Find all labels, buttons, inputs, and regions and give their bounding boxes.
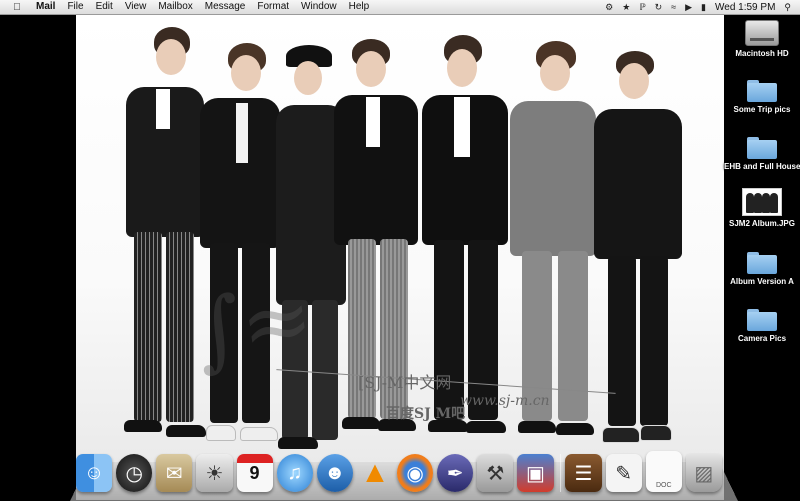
books-icon[interactable]: ☰ [565, 454, 602, 492]
desktop-icon-label: EHB and Full House [724, 162, 800, 171]
desktop-icon-macintosh-hd[interactable]: Macintosh HD [724, 20, 800, 58]
mail-icon[interactable]: ✉ [156, 454, 193, 492]
watermark-site: [SJ-M中文网 [358, 373, 452, 392]
menu-app-mail[interactable]: Mail [30, 0, 61, 14]
time-machine-icon[interactable]: ↻ [655, 0, 663, 14]
menu-mailbox[interactable]: Mailbox [152, 0, 198, 14]
menu-view[interactable]: View [119, 0, 153, 14]
person-figure [588, 51, 688, 461]
finder-icon[interactable]: ☺ [76, 454, 113, 492]
textedit-icon[interactable]: ✎ [605, 454, 642, 492]
dock: ☺ ◷ ✉ ☀ 9 ♫ ☻ ▲ ◉ ✒ ⚒ ▣ ☰ ✎ DOC ▨ [76, 446, 726, 492]
battery-icon[interactable]: ▮ [701, 0, 706, 14]
dashboard-icon[interactable]: ◷ [116, 454, 153, 492]
desktop-icon-label: Album Version A [730, 277, 794, 286]
script-editor-icon[interactable]: ✒ [437, 454, 474, 492]
desktop-icon-album-version-a[interactable]: Album Version A [724, 252, 800, 286]
desktop-icon-label: Some Trip pics [733, 105, 791, 114]
desktop-wallpaper: ∫≈ [SJ-M中文网 www.sj-m.cn 百度SJ M吧 [76, 15, 724, 500]
firefox-icon[interactable]: ◉ [397, 454, 434, 492]
folder-icon [747, 252, 777, 274]
ical-icon[interactable]: 9 [236, 454, 273, 492]
volume-icon[interactable]: ▶ [685, 0, 692, 14]
hard-drive-icon [745, 20, 779, 46]
chat-icon[interactable]: ☻ [316, 454, 353, 492]
watermark-baidu: 百度SJ M吧 [386, 406, 466, 422]
calligraphy-watermark: ∫≈ [189, 267, 320, 383]
desktop-icon-label: SJM2 Album.JPG [729, 219, 795, 228]
menu-edit[interactable]: Edit [90, 0, 119, 14]
calendar-day: 9 [249, 462, 260, 483]
document-icon[interactable]: DOC [645, 451, 682, 492]
preview-icon[interactable]: ☀ [196, 454, 233, 492]
vmware-icon[interactable]: ▣ [517, 454, 554, 492]
desktop-icons: Macintosh HD Some Trip pics EHB and Full… [724, 15, 800, 455]
desktop-icon-label: Macintosh HD [735, 49, 789, 58]
folder-icon [747, 137, 777, 159]
trash-icon[interactable]: ▨ [685, 454, 722, 492]
vlc-icon[interactable]: ▲ [357, 454, 393, 492]
apple-menu-icon[interactable]:  [10, 2, 24, 13]
menu-bar:  Mail File Edit View Mailbox Message Fo… [0, 0, 800, 15]
sync-icon[interactable]: ★ [622, 0, 630, 14]
spotlight-icon[interactable]: ⚲ [784, 2, 791, 13]
menu-file[interactable]: File [61, 0, 89, 14]
menu-extras: ⚙ ★ ℙ ↻ ≈ ▶ ▮ Wed 1:59 PM ⚲ [605, 0, 800, 14]
desktop-icon-camera-pics[interactable]: Camera Pics [724, 309, 800, 343]
directory-utility-icon[interactable]: ⚒ [477, 454, 514, 492]
menu-window[interactable]: Window [295, 0, 343, 14]
itunes-icon[interactable]: ♫ [276, 454, 313, 492]
desktop-icon-ehb-full-house[interactable]: EHB and Full House [724, 137, 800, 171]
image-file-icon [742, 188, 782, 216]
dock-separator [559, 454, 562, 492]
desktop-icon-label: Camera Pics [737, 334, 787, 343]
person-figure [194, 43, 284, 453]
folder-icon [747, 309, 777, 331]
desktop-icon-sjm2-album[interactable]: SJM2 Album.JPG [724, 188, 800, 228]
menu-format[interactable]: Format [251, 0, 295, 14]
gear-icon[interactable]: ⚙ [605, 0, 613, 14]
folder-icon [747, 80, 777, 102]
bluetooth-icon[interactable]: ℙ [639, 0, 645, 14]
menu-message[interactable]: Message [199, 0, 252, 14]
document-label: DOC [655, 482, 672, 489]
watermark-url: www.sj-m.cn [460, 393, 550, 409]
wifi-icon[interactable]: ≈ [671, 0, 676, 14]
desktop-icon-some-trip-pics[interactable]: Some Trip pics [724, 80, 800, 114]
menu-help[interactable]: Help [343, 0, 376, 14]
menu-clock[interactable]: Wed 1:59 PM [715, 2, 775, 13]
